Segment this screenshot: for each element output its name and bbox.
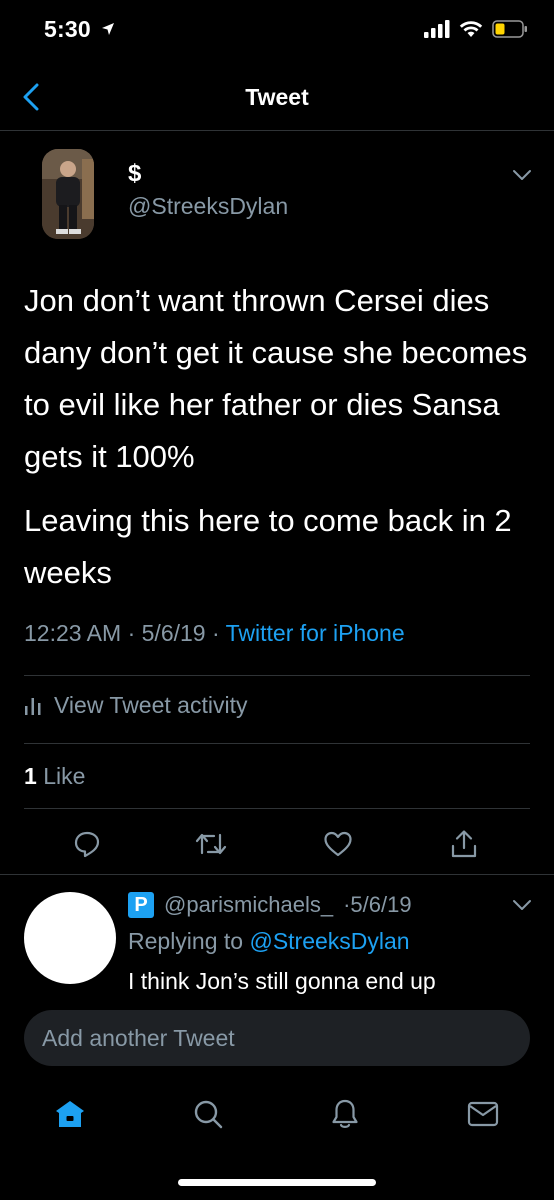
likes-number: 1 — [24, 763, 37, 789]
battery-icon — [492, 20, 527, 38]
likes-label: Like — [43, 763, 86, 789]
notifications-icon — [332, 1099, 358, 1128]
share-icon — [451, 830, 477, 858]
add-another-tweet-input[interactable]: Add another Tweet — [24, 1010, 530, 1066]
reply-button[interactable] — [67, 824, 107, 864]
tab-messages[interactable] — [461, 1092, 505, 1136]
reply-header: P @parismichaels_ ·5/6/19 — [128, 892, 412, 918]
tweet-paragraph: Jon don’t want thrown Cersei dies dany d… — [24, 283, 528, 474]
divider — [24, 743, 530, 744]
view-tweet-activity-label: View Tweet activity — [54, 692, 248, 718]
replying-to-handle[interactable]: @StreeksDylan — [249, 928, 409, 954]
avatar-photo — [42, 149, 94, 239]
meta-separator: · — [211, 620, 220, 646]
status-bar-indicators — [424, 20, 528, 38]
tab-home[interactable] — [48, 1092, 92, 1136]
tweet-menu-button[interactable] — [512, 168, 532, 186]
chevron-down-icon — [513, 170, 531, 180]
chevron-down-icon — [513, 900, 531, 910]
tweet-time: 12:23 AM — [24, 620, 122, 646]
analytics-bars-icon — [25, 697, 41, 715]
compose-placeholder: Add another Tweet — [42, 1024, 235, 1051]
tweet-paragraph: Leaving this here to come back in 2 week… — [24, 503, 512, 590]
replying-to-line: Replying to @StreeksDylan — [128, 928, 410, 955]
tab-notifications[interactable] — [323, 1092, 367, 1136]
reply-author-handle[interactable]: @parismichaels_ — [164, 892, 333, 918]
divider — [24, 675, 530, 676]
tweet-text: Jon don’t want thrown Cersei dies dany d… — [24, 275, 534, 599]
tab-search[interactable] — [186, 1092, 230, 1136]
retweet-icon — [195, 833, 227, 855]
status-bar-time: 5:30 — [44, 16, 115, 43]
like-icon — [324, 831, 352, 857]
page-title: Tweet — [245, 84, 309, 110]
search-icon — [194, 1100, 223, 1129]
home-indicator — [178, 1179, 376, 1186]
likes-count[interactable]: 1 Like — [24, 763, 85, 790]
author-avatar[interactable] — [42, 149, 94, 239]
tweet-meta: 12:23 AM · 5/6/19 · Twitter for iPhone — [24, 620, 405, 647]
reply-menu-button[interactable] — [512, 898, 532, 916]
view-tweet-activity-button[interactable]: View Tweet activity — [24, 692, 247, 719]
messages-icon — [467, 1101, 499, 1127]
wifi-icon — [459, 21, 483, 37]
reply-author-avatar[interactable] — [24, 892, 116, 984]
reply-text[interactable]: I think Jon’s still gonna end up — [128, 968, 436, 996]
divider — [0, 130, 554, 131]
reply-date: ·5/6/19 — [343, 892, 412, 917]
location-arrow-icon — [102, 23, 115, 35]
divider — [24, 808, 530, 809]
replying-to-prefix: Replying to — [128, 928, 244, 954]
tweet-date: 5/6/19 — [141, 620, 206, 646]
like-button[interactable] — [318, 824, 358, 864]
divider — [0, 874, 554, 875]
tweet-source-link[interactable]: Twitter for iPhone — [226, 620, 405, 646]
meta-separator: · — [127, 620, 136, 646]
reply-icon — [74, 831, 100, 858]
share-button[interactable] — [444, 824, 484, 864]
author-handle[interactable]: @StreeksDylan — [128, 193, 288, 220]
cellular-signal-icon — [424, 20, 450, 38]
home-icon — [56, 1101, 84, 1127]
author-display-name[interactable]: $ — [128, 160, 141, 188]
retweet-button[interactable] — [191, 824, 231, 864]
parking-badge-icon: P — [128, 892, 154, 918]
